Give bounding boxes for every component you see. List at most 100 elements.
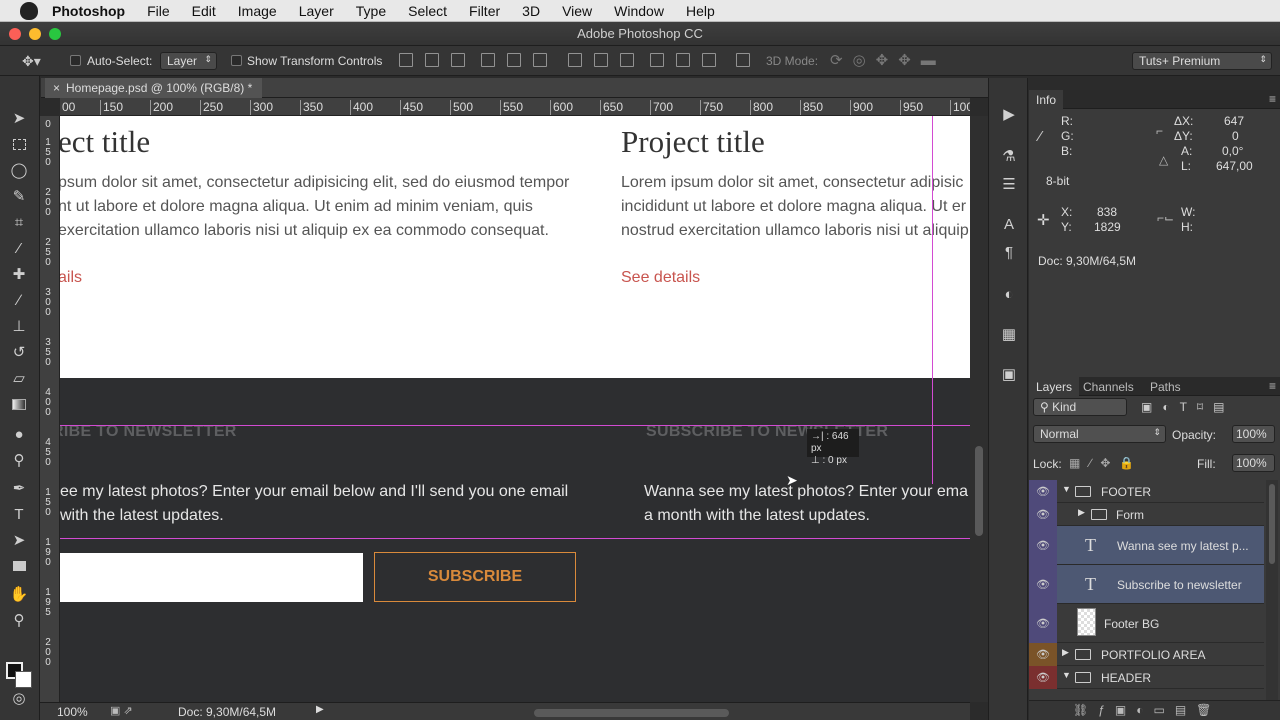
expand-icon[interactable]: ▼ bbox=[1062, 484, 1071, 494]
marquee-tool-icon[interactable] bbox=[9, 134, 29, 154]
tab-channels[interactable]: Channels bbox=[1076, 377, 1141, 396]
align-top-icon[interactable] bbox=[399, 53, 413, 67]
menu-help[interactable]: Help bbox=[686, 3, 715, 19]
layer-filter-dropdown[interactable]: ⚲ Kind bbox=[1033, 398, 1127, 416]
menu-layer[interactable]: Layer bbox=[299, 3, 334, 19]
layer-row[interactable]: 👁 ▶ Form bbox=[1029, 503, 1264, 526]
background-color-swatch[interactable] bbox=[15, 671, 32, 688]
opacity-input[interactable]: 100% bbox=[1232, 425, 1275, 443]
show-transform-checkbox[interactable] bbox=[231, 55, 242, 66]
document-canvas[interactable]: ect title Project title psum dolor sit a… bbox=[60, 116, 970, 706]
move-tool-preset-icon[interactable]: ✥▾ bbox=[22, 53, 41, 70]
scroll-thumb[interactable] bbox=[975, 446, 983, 536]
grid-panel-icon[interactable]: ▦ bbox=[999, 324, 1019, 344]
expand-icon[interactable]: ▶ bbox=[1062, 647, 1069, 658]
distribute-hcenter-icon[interactable] bbox=[676, 53, 690, 67]
filter-type-icons[interactable]: ▣◐T⌑▤ bbox=[1141, 400, 1234, 414]
layer-row[interactable]: 👁 Footer BG bbox=[1029, 604, 1264, 643]
adjustments-icon[interactable]: ☰ bbox=[999, 174, 1019, 194]
visibility-eye-icon[interactable]: 👁 bbox=[1034, 482, 1052, 500]
visibility-eye-icon[interactable]: 👁 bbox=[1034, 505, 1052, 523]
clone-stamp-tool-icon[interactable]: ⊥ bbox=[9, 316, 29, 336]
eraser-tool-icon[interactable]: ▱ bbox=[9, 368, 29, 388]
menu-window[interactable]: Window bbox=[614, 3, 664, 19]
info-tab[interactable]: Info bbox=[1029, 90, 1064, 109]
eyedropper-tool-icon[interactable]: ⁄ bbox=[9, 238, 29, 258]
visibility-eye-icon[interactable]: 👁 bbox=[1034, 614, 1052, 632]
align-bottom-icon[interactable] bbox=[451, 53, 465, 67]
blend-mode-dropdown[interactable]: Normal ⇕ bbox=[1033, 425, 1166, 443]
auto-select-dropdown[interactable]: Layer ⇕ bbox=[160, 52, 217, 70]
navigator-icon[interactable]: ◐ bbox=[999, 284, 1019, 304]
align-vcenter-icon[interactable] bbox=[425, 53, 439, 67]
visibility-eye-icon[interactable]: 👁 bbox=[1034, 645, 1052, 663]
layer-row[interactable]: 👁 ▼ HEADER bbox=[1029, 666, 1264, 689]
lasso-tool-icon[interactable]: ◯ bbox=[9, 160, 29, 180]
panel-menu-icon[interactable]: ≡ bbox=[1269, 92, 1276, 106]
expand-icon[interactable]: ▶ bbox=[1078, 507, 1085, 518]
menu-edit[interactable]: Edit bbox=[192, 3, 216, 19]
character-icon[interactable]: A bbox=[999, 214, 1019, 234]
zoom-tool-icon[interactable]: ⚲ bbox=[9, 610, 29, 630]
guide-horizontal[interactable] bbox=[60, 425, 970, 426]
workspace-dropdown[interactable]: Tuts+ Premium ⇕ bbox=[1132, 52, 1272, 70]
brush-tool-icon[interactable]: ∕ bbox=[9, 290, 29, 310]
align-hcenter-icon[interactable] bbox=[507, 53, 521, 67]
gradient-tool-icon[interactable] bbox=[9, 394, 29, 414]
play-icon[interactable]: ▶ bbox=[316, 704, 324, 715]
layer-row[interactable]: 👁 T Subscribe to newsletter bbox=[1029, 565, 1264, 604]
distribute-right-icon[interactable] bbox=[702, 53, 716, 67]
visibility-eye-icon[interactable]: 👁 bbox=[1034, 668, 1052, 686]
menu-type[interactable]: Type bbox=[356, 3, 386, 19]
status-icons[interactable]: ▣ ⇗ bbox=[110, 704, 133, 717]
auto-select-checkbox[interactable] bbox=[70, 55, 81, 66]
layer-row[interactable]: 👁 T Wanna see my latest p... bbox=[1029, 526, 1264, 565]
apple-icon[interactable] bbox=[20, 1, 38, 20]
guide-horizontal[interactable] bbox=[60, 538, 970, 539]
tool-presets-icon[interactable]: ⚗ bbox=[999, 146, 1019, 166]
menu-image[interactable]: Image bbox=[238, 3, 277, 19]
visibility-eye-icon[interactable]: 👁 bbox=[1034, 536, 1052, 554]
tab-paths[interactable]: Paths bbox=[1143, 377, 1188, 396]
move-tool-icon[interactable]: ➤ bbox=[9, 108, 29, 128]
paragraph-icon[interactable]: ¶ bbox=[999, 242, 1019, 262]
layer-row[interactable]: 👁 ▼ FOOTER bbox=[1029, 480, 1264, 503]
pen-tool-icon[interactable]: ✒ bbox=[9, 478, 29, 498]
dodge-tool-icon[interactable]: ⚲ bbox=[9, 450, 29, 470]
expand-icon[interactable]: ▼ bbox=[1062, 670, 1071, 680]
styles-icon[interactable]: ▣ bbox=[999, 364, 1019, 384]
quick-mask-icon[interactable]: ◎ bbox=[9, 688, 29, 708]
tab-layers[interactable]: Layers bbox=[1029, 377, 1080, 396]
quick-select-tool-icon[interactable]: ✎ bbox=[9, 186, 29, 206]
align-left-icon[interactable] bbox=[481, 53, 495, 67]
menu-3d[interactable]: 3D bbox=[522, 3, 540, 19]
layers-scrollbar[interactable] bbox=[1266, 480, 1278, 700]
menu-select[interactable]: Select bbox=[408, 3, 447, 19]
distribute-vcenter-icon[interactable] bbox=[594, 53, 608, 67]
hand-tool-icon[interactable]: ✋ bbox=[9, 584, 29, 604]
zoom-level[interactable]: 100% bbox=[57, 705, 88, 719]
horizontal-scroll-thumb[interactable] bbox=[534, 709, 729, 717]
healing-brush-tool-icon[interactable]: ✚ bbox=[9, 264, 29, 284]
distribute-bottom-icon[interactable] bbox=[620, 53, 634, 67]
vertical-ruler[interactable]: 0 1 5 0 2 0 0 2 5 0 3 0 0 3 5 0 4 0 0 4 … bbox=[40, 116, 60, 706]
crop-tool-icon[interactable]: ⌗ bbox=[9, 212, 29, 232]
play-action-icon[interactable]: ▶ bbox=[999, 104, 1019, 124]
visibility-eye-icon[interactable]: 👁 bbox=[1034, 575, 1052, 593]
3d-mode-icons[interactable]: ⟳◎✥✥▬ bbox=[830, 51, 946, 69]
history-brush-tool-icon[interactable]: ↺ bbox=[9, 342, 29, 362]
horizontal-ruler[interactable]: 00 150 200 250 300 350 400 450 500 550 6… bbox=[60, 98, 970, 116]
close-icon[interactable]: × bbox=[53, 81, 60, 95]
auto-align-icon[interactable] bbox=[736, 53, 750, 67]
menu-file[interactable]: File bbox=[147, 3, 170, 19]
path-select-tool-icon[interactable]: ➤ bbox=[9, 530, 29, 550]
vertical-scrollbar[interactable] bbox=[970, 116, 988, 702]
document-tab[interactable]: × Homepage.psd @ 100% (RGB/8) * bbox=[45, 78, 263, 98]
layers-footer-icons[interactable]: ⛓ƒ▣◐▭▤🗑 bbox=[1029, 700, 1280, 720]
panel-menu-icon[interactable]: ≡ bbox=[1269, 379, 1276, 393]
distribute-left-icon[interactable] bbox=[650, 53, 664, 67]
menu-app-name[interactable]: Photoshop bbox=[52, 3, 125, 19]
menu-view[interactable]: View bbox=[562, 3, 592, 19]
rectangle-tool-icon[interactable] bbox=[9, 556, 29, 576]
layer-row[interactable]: 👁 ▶ PORTFOLIO AREA bbox=[1029, 643, 1264, 666]
